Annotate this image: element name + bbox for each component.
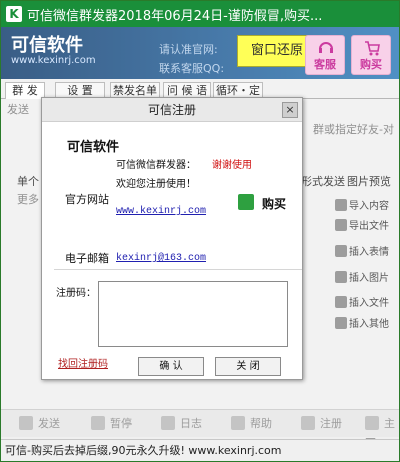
reg-code-input[interactable]: [98, 281, 288, 347]
dialog-close-button[interactable]: ×: [282, 102, 298, 118]
status-bar: 可信-购买后去掉后缀,90元永久升级! www.kexinrj.com: [1, 439, 399, 461]
register-dialog: 可信注册 × 可信软件 可信微信群发器： 谢谢使用 欢迎您注册使用！ 官方网站 …: [41, 97, 303, 380]
website-link[interactable]: www.kexinrj.com: [116, 206, 206, 217]
thanks-text: 谢谢使用: [212, 160, 252, 171]
dialog-title[interactable]: 可信注册: [42, 98, 302, 122]
email-link[interactable]: kexinrj@163.com: [116, 253, 206, 264]
email-label: 电子邮箱: [65, 252, 109, 265]
main-window: K 可信微信群发器2018年06月24日-谨防假冒,购买... 可信软件 www…: [0, 0, 400, 462]
product-name: 可信微信群发器：: [116, 160, 196, 171]
app-icon: K: [6, 6, 22, 22]
reg-code-label: 注册码：: [56, 288, 96, 299]
dialog-divider: [54, 269, 302, 270]
website-label: 官方网站: [65, 193, 109, 206]
buy-icon[interactable]: [238, 194, 254, 210]
window-title: 可信微信群发器2018年06月24日-谨防假冒,购买...: [27, 9, 323, 24]
recover-code-link[interactable]: 找回注册码: [58, 355, 108, 370]
welcome-text: 欢迎您注册使用！: [116, 179, 196, 190]
title-bar[interactable]: K 可信微信群发器2018年06月24日-谨防假冒,购买...: [1, 1, 399, 27]
dialog-brand: 可信软件: [67, 140, 120, 155]
close-button[interactable]: 关 闭: [215, 357, 281, 376]
confirm-button[interactable]: 确 认: [138, 357, 204, 376]
buy-link[interactable]: 购买: [262, 195, 286, 212]
